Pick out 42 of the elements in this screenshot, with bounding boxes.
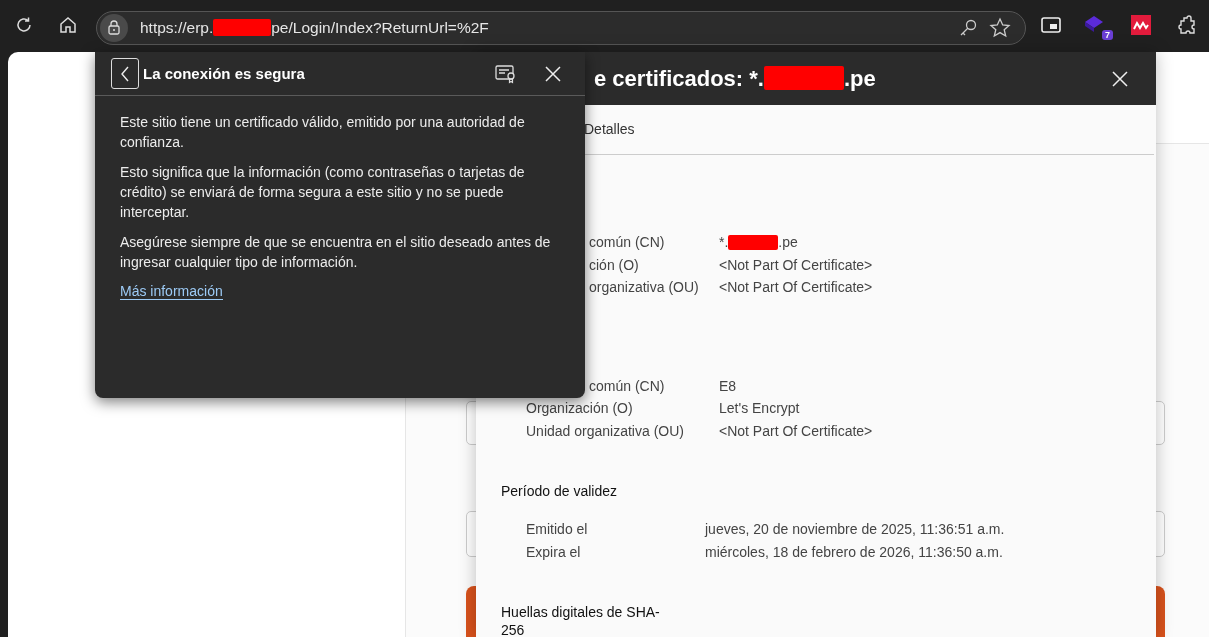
field-value: <Not Part Of Certificate> bbox=[719, 279, 873, 296]
star-icon[interactable] bbox=[989, 17, 1011, 39]
home-icon[interactable] bbox=[58, 15, 78, 35]
redaction-mark bbox=[728, 235, 779, 251]
field-label: común (CN) bbox=[589, 377, 666, 394]
lock-icon[interactable] bbox=[100, 14, 128, 42]
field-value: jueves, 20 de noviembre de 2025, 11:36:51 a.m. bbox=[705, 521, 1005, 538]
section-title: Período de validez bbox=[501, 482, 618, 500]
field-label: común (CN) bbox=[589, 234, 666, 251]
field-value: Let's Encrypt bbox=[719, 400, 800, 417]
field-label: Emitido el bbox=[525, 521, 589, 538]
reload-icon[interactable] bbox=[14, 15, 34, 35]
field-label: Organización (O) bbox=[525, 400, 634, 417]
url-text: https://erp. pe/Login/Index?ReturnUrl=%2F bbox=[140, 19, 489, 37]
more-info-link[interactable]: Más información bbox=[120, 283, 223, 300]
extension-icon[interactable] bbox=[1131, 15, 1151, 35]
close-icon[interactable] bbox=[1111, 69, 1129, 88]
info-paragraph: Esto significa que la información (como contraseñas o tarjetas de crédito) se enviará de forma segura a este sitio y no se puede interceptar. bbox=[120, 163, 526, 222]
field-value: E8 bbox=[719, 377, 737, 394]
close-icon[interactable] bbox=[545, 65, 561, 82]
field-label: organizativa (OU) bbox=[589, 279, 700, 296]
field-label: Unidad organizativa (OU) bbox=[525, 422, 685, 439]
popup-title: La conexión es segura bbox=[143, 65, 305, 82]
info-paragraph: Asegúrese siempre de que se encuentra en el sitio deseado antes de ingresar cualquier tipo de información. bbox=[120, 233, 552, 272]
field-value: <Not Part Of Certificate> bbox=[719, 422, 873, 439]
dialog-title: e certificados: *. .pe bbox=[594, 65, 877, 92]
chevron-icon bbox=[120, 65, 130, 82]
info-paragraph: Este sitio tiene un certificado válido, emitido por una autoridad de confianza. bbox=[120, 113, 526, 152]
field-value: miércoles, 18 de febrero de 2026, 11:36:50 a.m. bbox=[705, 543, 1003, 560]
address-bar[interactable]: https://erp. pe/Login/Index?ReturnUrl=%2F bbox=[96, 11, 1026, 45]
puzzle-icon[interactable] bbox=[1176, 15, 1198, 37]
field-value: *. .pe bbox=[719, 234, 798, 251]
section-title: Huellas digitales de SHA-256 bbox=[501, 603, 661, 637]
field-label: ción (O) bbox=[589, 256, 640, 273]
certificate-icon[interactable] bbox=[495, 63, 517, 84]
back-button[interactable] bbox=[111, 58, 139, 89]
count-badge: 7 bbox=[1102, 30, 1113, 40]
field-value: <Not Part Of Certificate> bbox=[719, 256, 873, 273]
split-screen-icon[interactable] bbox=[1040, 15, 1062, 35]
field-label: Expira el bbox=[525, 543, 582, 560]
redaction-mark bbox=[213, 19, 272, 36]
tab[interactable]: Detalles bbox=[584, 116, 635, 143]
